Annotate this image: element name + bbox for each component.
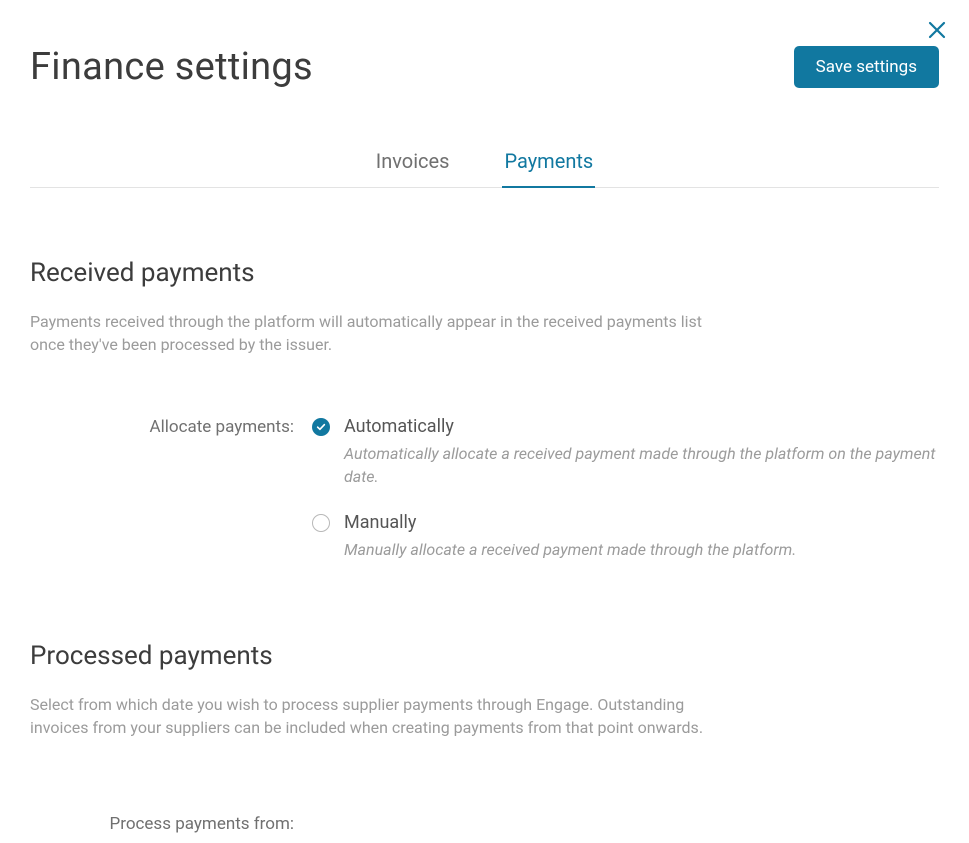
received-payments-description: Payments received through the platform w… xyxy=(30,310,730,356)
radio-unchecked-icon xyxy=(312,514,330,532)
received-payments-section: Received payments Payments received thro… xyxy=(30,258,939,586)
header: Finance settings Save settings xyxy=(30,0,939,89)
allocate-payments-field: Allocate payments: Automatically Automat… xyxy=(30,416,939,585)
allocate-automatically-option: Automatically Automatically allocate a r… xyxy=(312,416,939,488)
close-icon[interactable] xyxy=(927,20,947,44)
allocate-manually-description: Manually allocate a received payment mad… xyxy=(344,539,939,561)
process-payments-from-field: Process payments from: xyxy=(30,814,939,834)
allocate-automatically-label: Automatically xyxy=(344,416,454,437)
received-payments-title: Received payments xyxy=(30,258,939,288)
allocate-payments-options: Automatically Automatically allocate a r… xyxy=(312,416,939,585)
allocate-automatically-radio[interactable]: Automatically xyxy=(312,416,939,437)
tab-payments[interactable]: Payments xyxy=(504,149,593,187)
radio-checked-icon xyxy=(312,418,330,436)
allocate-automatically-description: Automatically allocate a received paymen… xyxy=(344,443,939,488)
tabs: Invoices Payments xyxy=(30,149,939,188)
processed-payments-section: Processed payments Select from which dat… xyxy=(30,641,939,834)
allocate-payments-label: Allocate payments: xyxy=(30,416,312,585)
allocate-manually-option: Manually Manually allocate a received pa… xyxy=(312,512,939,561)
page-title: Finance settings xyxy=(30,45,313,89)
process-payments-from-label: Process payments from: xyxy=(30,814,312,834)
processed-payments-title: Processed payments xyxy=(30,641,939,671)
tab-invoices[interactable]: Invoices xyxy=(376,149,450,187)
save-settings-button[interactable]: Save settings xyxy=(794,46,939,88)
allocate-manually-label: Manually xyxy=(344,512,416,533)
allocate-manually-radio[interactable]: Manually xyxy=(312,512,939,533)
processed-payments-description: Select from which date you wish to proce… xyxy=(30,693,730,739)
